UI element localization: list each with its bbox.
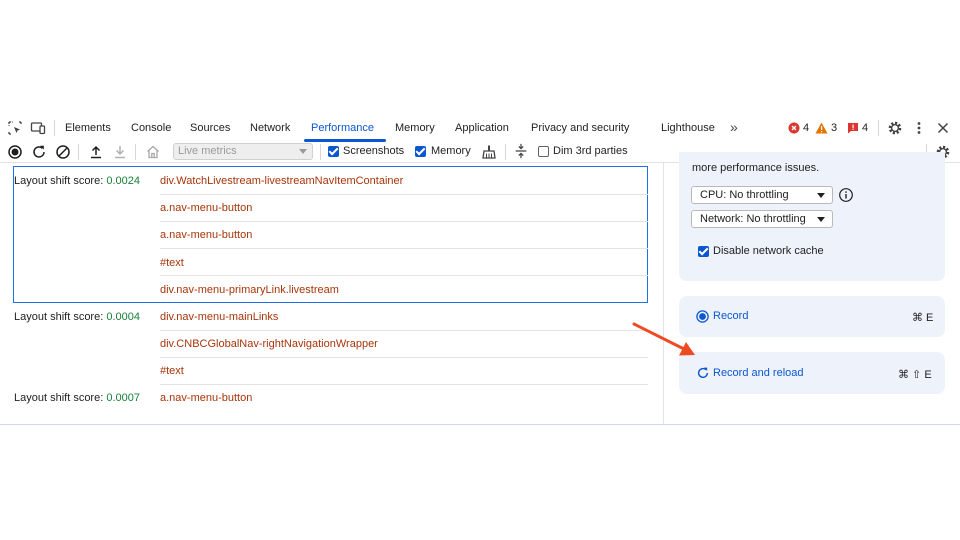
upload-icon[interactable]: [88, 144, 104, 160]
layout-shift-score-value: 0.0004: [106, 311, 140, 323]
issues-flag-icon: [848, 123, 858, 134]
dim-3rd-parties-checkbox[interactable]: [538, 146, 549, 157]
shifted-node-link[interactable]: a.nav-menu-button: [160, 392, 252, 404]
disable-network-cache-label: Disable network cache: [713, 245, 824, 257]
network-throttling-select[interactable]: Network: No throttling: [691, 210, 833, 228]
tab-console[interactable]: Console: [131, 122, 171, 134]
panel-bottom-border: [0, 424, 960, 425]
more-tabs-chevron-icon[interactable]: »: [730, 119, 738, 135]
layout-shift-score-row[interactable]: Layout shift score: 0.0004: [14, 311, 140, 323]
row-divider: [160, 275, 648, 276]
settings-gear-icon[interactable]: [887, 120, 903, 136]
home-icon: [147, 145, 159, 159]
record-and-reload-shortcut: ⌘ ⇧ E: [898, 369, 932, 381]
issues-count[interactable]: 4: [862, 122, 868, 134]
chevron-down-icon: [299, 149, 307, 154]
download-icon: [115, 146, 125, 159]
error-icon: [788, 122, 800, 134]
record-shortcut: ⌘ E: [912, 312, 934, 324]
collapse-tracks-icon[interactable]: [513, 143, 529, 159]
memory-checkbox[interactable]: [415, 146, 426, 157]
more-options-icon[interactable]: [911, 120, 927, 136]
tab-performance[interactable]: Performance: [311, 122, 374, 134]
tab-application[interactable]: Application: [455, 122, 509, 134]
row-divider: [160, 330, 648, 331]
row-divider: [160, 384, 648, 385]
shifted-node-link[interactable]: div.nav-menu-mainLinks: [160, 311, 278, 323]
shifted-node-link[interactable]: #text: [160, 365, 184, 377]
row-divider: [160, 357, 648, 358]
layout-shift-score-label: Layout shift score:: [14, 175, 104, 187]
layout-shift-score-label: Layout shift score:: [14, 311, 104, 323]
settings-hint-text: more performance issues.: [692, 162, 820, 174]
tab-separator: [54, 120, 55, 136]
disable-network-cache-checkbox[interactable]: [698, 246, 709, 257]
pane-splitter[interactable]: [663, 162, 664, 424]
record-and-reload-button[interactable]: Record and reload: [713, 367, 804, 379]
record-and-reload-card[interactable]: Record and reload ⌘ ⇧ E: [679, 352, 945, 394]
reload-icon: [697, 367, 709, 379]
annotation-arrow: [632, 322, 695, 356]
close-icon[interactable]: [935, 120, 951, 136]
layout-shift-score-row[interactable]: Layout shift score: 0.0024: [14, 175, 140, 187]
chevron-down-icon: [817, 217, 825, 222]
dim-3rd-parties-label: Dim 3rd parties: [553, 145, 628, 157]
warning-count[interactable]: 3: [831, 122, 837, 134]
cpu-throttling-value: CPU: No throttling: [700, 189, 789, 201]
toolbar-separator: [135, 144, 136, 160]
inspect-element-icon[interactable]: [7, 120, 23, 136]
tab-separator: [878, 120, 879, 136]
device-toolbar-icon[interactable]: [30, 120, 46, 136]
screenshots-label: Screenshots: [343, 145, 405, 157]
network-throttling-value: Network: No throttling: [700, 213, 806, 225]
capture-settings-card: more performance issues. CPU: No throttl…: [679, 152, 945, 281]
layout-shift-score-row[interactable]: Layout shift score: 0.0007: [14, 392, 140, 404]
layout-shift-score-label: Layout shift score:: [14, 392, 104, 404]
record-card[interactable]: Record ⌘ E: [679, 296, 945, 337]
warning-icon: [815, 122, 828, 134]
shifted-node-link[interactable]: #text: [160, 257, 184, 269]
toolbar-separator: [320, 144, 321, 160]
tab-network[interactable]: Network: [250, 122, 290, 134]
tab-elements[interactable]: Elements: [65, 122, 111, 134]
chevron-down-icon: [817, 193, 825, 198]
tab-privacy-and-security[interactable]: Privacy and security: [531, 122, 629, 134]
devtools-tab-bar: Elements Console Sources Network Perform…: [0, 114, 960, 143]
tab-sources[interactable]: Sources: [190, 122, 230, 134]
shifted-node-link[interactable]: a.nav-menu-button: [160, 229, 252, 241]
garbage-collect-broom-icon[interactable]: [481, 144, 497, 160]
shifted-node-link[interactable]: a.nav-menu-button: [160, 202, 252, 214]
tab-lighthouse[interactable]: Lighthouse: [661, 122, 715, 134]
shifted-node-link[interactable]: div.CNBCGlobalNav-rightNavigationWrapper: [160, 338, 378, 350]
shifted-node-link[interactable]: div.WatchLivestream-livestreamNavItemCon…: [160, 175, 403, 187]
shifted-node-link[interactable]: div.nav-menu-primaryLink.livestream: [160, 284, 339, 296]
memory-label: Memory: [431, 145, 471, 157]
layout-shift-score-value: 0.0024: [106, 175, 140, 187]
reload-icon[interactable]: [31, 144, 47, 160]
record-button[interactable]: Record: [713, 310, 748, 322]
error-count[interactable]: 4: [803, 122, 809, 134]
cpu-throttling-select[interactable]: CPU: No throttling: [691, 186, 833, 204]
live-metrics-select: Live metrics: [173, 143, 313, 160]
screenshots-checkbox[interactable]: [328, 146, 339, 157]
row-divider: [160, 248, 648, 249]
record-icon[interactable]: [7, 144, 23, 160]
row-divider: [160, 221, 648, 222]
info-icon[interactable]: [838, 187, 854, 203]
layout-shift-score-value: 0.0007: [106, 392, 140, 404]
row-divider: [160, 194, 648, 195]
tab-memory[interactable]: Memory: [395, 122, 435, 134]
toolbar-separator: [505, 144, 506, 160]
toolbar-separator: [78, 144, 79, 160]
live-metrics-value: Live metrics: [178, 145, 237, 157]
clear-icon[interactable]: [55, 144, 71, 160]
